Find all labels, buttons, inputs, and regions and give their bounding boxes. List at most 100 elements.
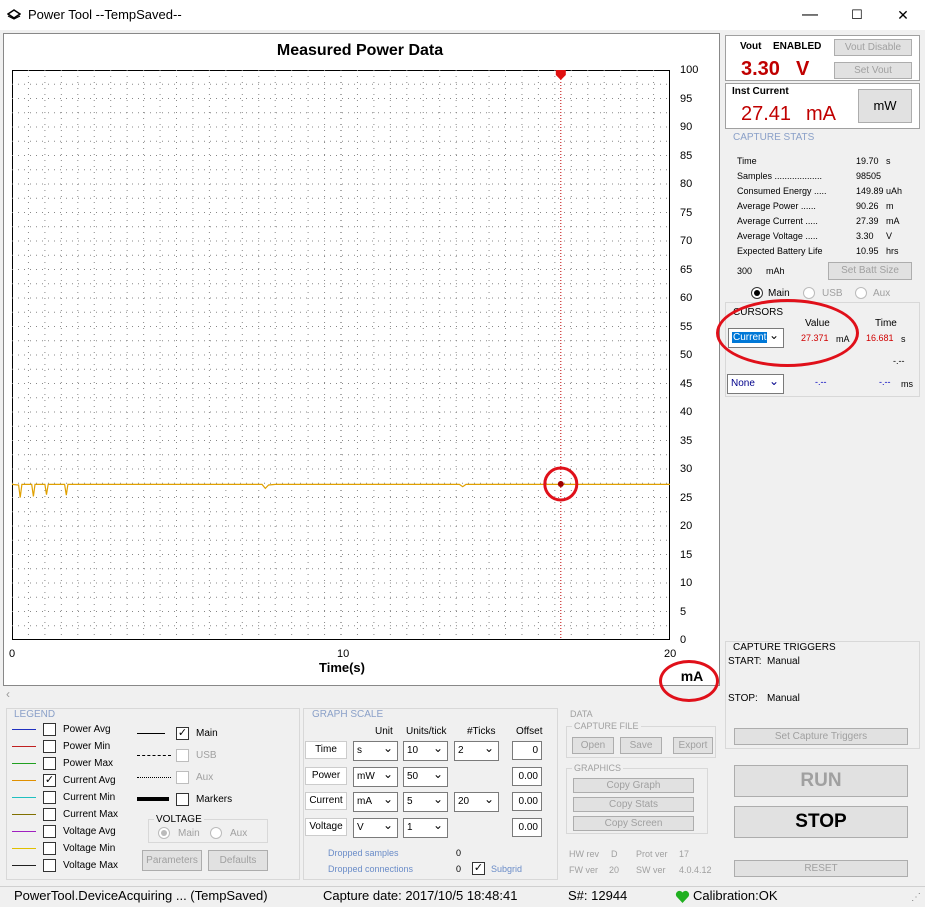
copy-stats-button[interactable]: Copy Stats [573,797,694,812]
copy-graph-button[interactable]: Copy Graph [573,778,694,793]
radio-usb[interactable] [803,287,815,299]
subgrid-checkbox[interactable]: ✓ [472,862,485,875]
maximize-button[interactable]: ☐ [834,0,880,30]
stat-unit: V [886,231,893,241]
ticks-select[interactable]: 20 [454,790,499,812]
legend-title: LEGEND [14,709,56,720]
legend-checkbox[interactable] [43,757,56,770]
legend-label: Voltage Avg [63,826,116,837]
copy-screen-button[interactable]: Copy Screen [573,816,694,831]
highlight-circle [659,660,719,702]
radio-aux[interactable] [855,287,867,299]
legend-color-swatch [12,763,36,764]
legend-checkbox[interactable] [43,723,56,736]
offset-input[interactable]: 0.00 [512,792,542,811]
stat-label: Expected Battery Life [737,246,823,256]
stat-value: 27.39 [856,216,879,226]
legend-checkbox[interactable] [43,808,56,821]
units-per-tick-header: Units/tick [406,726,447,737]
set-vout-button[interactable]: Set Vout [834,62,912,79]
vout-disable-button[interactable]: Vout Disable [834,39,912,56]
stop-button[interactable]: STOP [734,806,908,838]
units-per-tick-select[interactable]: 50 [403,765,448,787]
parameters-button[interactable]: Parameters [142,850,202,871]
stat-label: Average Current ..... [737,216,818,226]
cursor-point [557,480,564,487]
stat-unit: s [886,156,891,166]
legend-label: Current Avg [63,775,116,786]
voltage-main-radio[interactable] [158,827,170,839]
cursor-marker-icon[interactable] [555,70,566,80]
stop-label: STOP: [728,693,758,704]
usb-checkbox[interactable] [176,749,189,762]
export-button[interactable]: Export [673,737,713,754]
radio-main[interactable] [751,287,763,299]
stat-row: Expected Battery Life 10.95 hrs [737,246,907,256]
y-tick: 75 [680,206,693,219]
voltage-main-label: Main [178,828,200,839]
stop-value: Manual [767,693,800,704]
stat-row: Average Current ..... 27.39 mA [737,216,907,226]
legend-checkbox[interactable] [43,740,56,753]
graph-scale-title: GRAPH SCALE [312,709,384,720]
minimize-button[interactable]: — [787,0,833,30]
y-tick: 15 [680,548,693,561]
offset-input[interactable]: 0.00 [512,817,542,837]
vout-state: ENABLED [773,41,822,52]
set-batt-size-button[interactable]: Set Batt Size [828,262,912,280]
open-button[interactable]: Open [572,737,614,754]
resize-grip-icon[interactable]: ⋰ [911,892,921,903]
unit-select[interactable]: mW [353,765,398,787]
voltage-aux-radio[interactable] [210,827,222,839]
legend-checkbox[interactable] [43,825,56,838]
vout-unit: V [796,58,810,80]
units-per-tick-select[interactable]: 10 [403,739,448,761]
ticks-select[interactable]: 2 [454,739,499,761]
aux-checkbox[interactable] [176,771,189,784]
stat-row: Consumed Energy ..... 149.89 uAh [737,186,907,196]
legend-checkbox[interactable] [43,842,56,855]
scale-row-label: Current [305,792,347,810]
legend-checkbox[interactable] [43,791,56,804]
stat-label: Samples ................... [737,171,823,181]
unit-select[interactable]: V [353,816,398,838]
none-select[interactable]: None [727,372,784,394]
prot-ver-label: Prot ver [636,849,668,859]
line-solid-icon [137,733,165,734]
unit-select[interactable]: s [353,739,398,761]
power-chart[interactable] [12,70,670,640]
offset-input[interactable]: 0 [512,741,542,760]
start-label: START: [728,656,762,667]
triggers-label: CAPTURE TRIGGERS [733,642,836,653]
reset-button[interactable]: RESET [734,860,908,877]
units-per-tick-select[interactable]: 1 [403,816,448,838]
legend-checkbox[interactable]: ✓ [43,774,56,787]
main-checkbox[interactable]: ✓ [176,727,189,740]
close-button[interactable]: ✕ [880,0,925,30]
save-button[interactable]: Save [620,737,662,754]
status-state: PowerTool.DeviceAcquiring ... (TempSaved… [14,888,268,903]
unit-header: Unit [375,726,393,737]
legend-label: Power Min [63,741,111,752]
sw-ver-value: 4.0.4.12 [679,865,712,875]
sw-ver-label: SW ver [636,865,666,875]
stat-unit: hrs [886,246,899,256]
set-capture-triggers-button[interactable]: Set Capture Triggers [734,728,908,745]
run-button[interactable]: RUN [734,765,908,797]
units-per-tick-select[interactable]: 5 [403,790,448,812]
legend-checkbox[interactable] [43,859,56,872]
unit-select[interactable]: mA [353,790,398,812]
legend-color-swatch [12,831,36,832]
cursor-time-unit: s [901,334,906,344]
capture-stats-label: CAPTURE STATS [733,132,815,143]
offset-input[interactable]: 0.00 [512,766,542,786]
markers-checkbox[interactable] [176,793,189,806]
defaults-button[interactable]: Defaults [208,850,268,871]
mw-button[interactable]: mW [858,89,912,123]
graphics-label: GRAPHICS [572,763,624,773]
dropped-connections-label: Dropped connections [328,864,414,874]
scroll-left-icon[interactable]: ‹ [6,687,10,701]
stat-label: Consumed Energy ..... [737,186,827,196]
stat-unit: uAh [886,186,903,196]
y-tick: 60 [680,292,693,304]
